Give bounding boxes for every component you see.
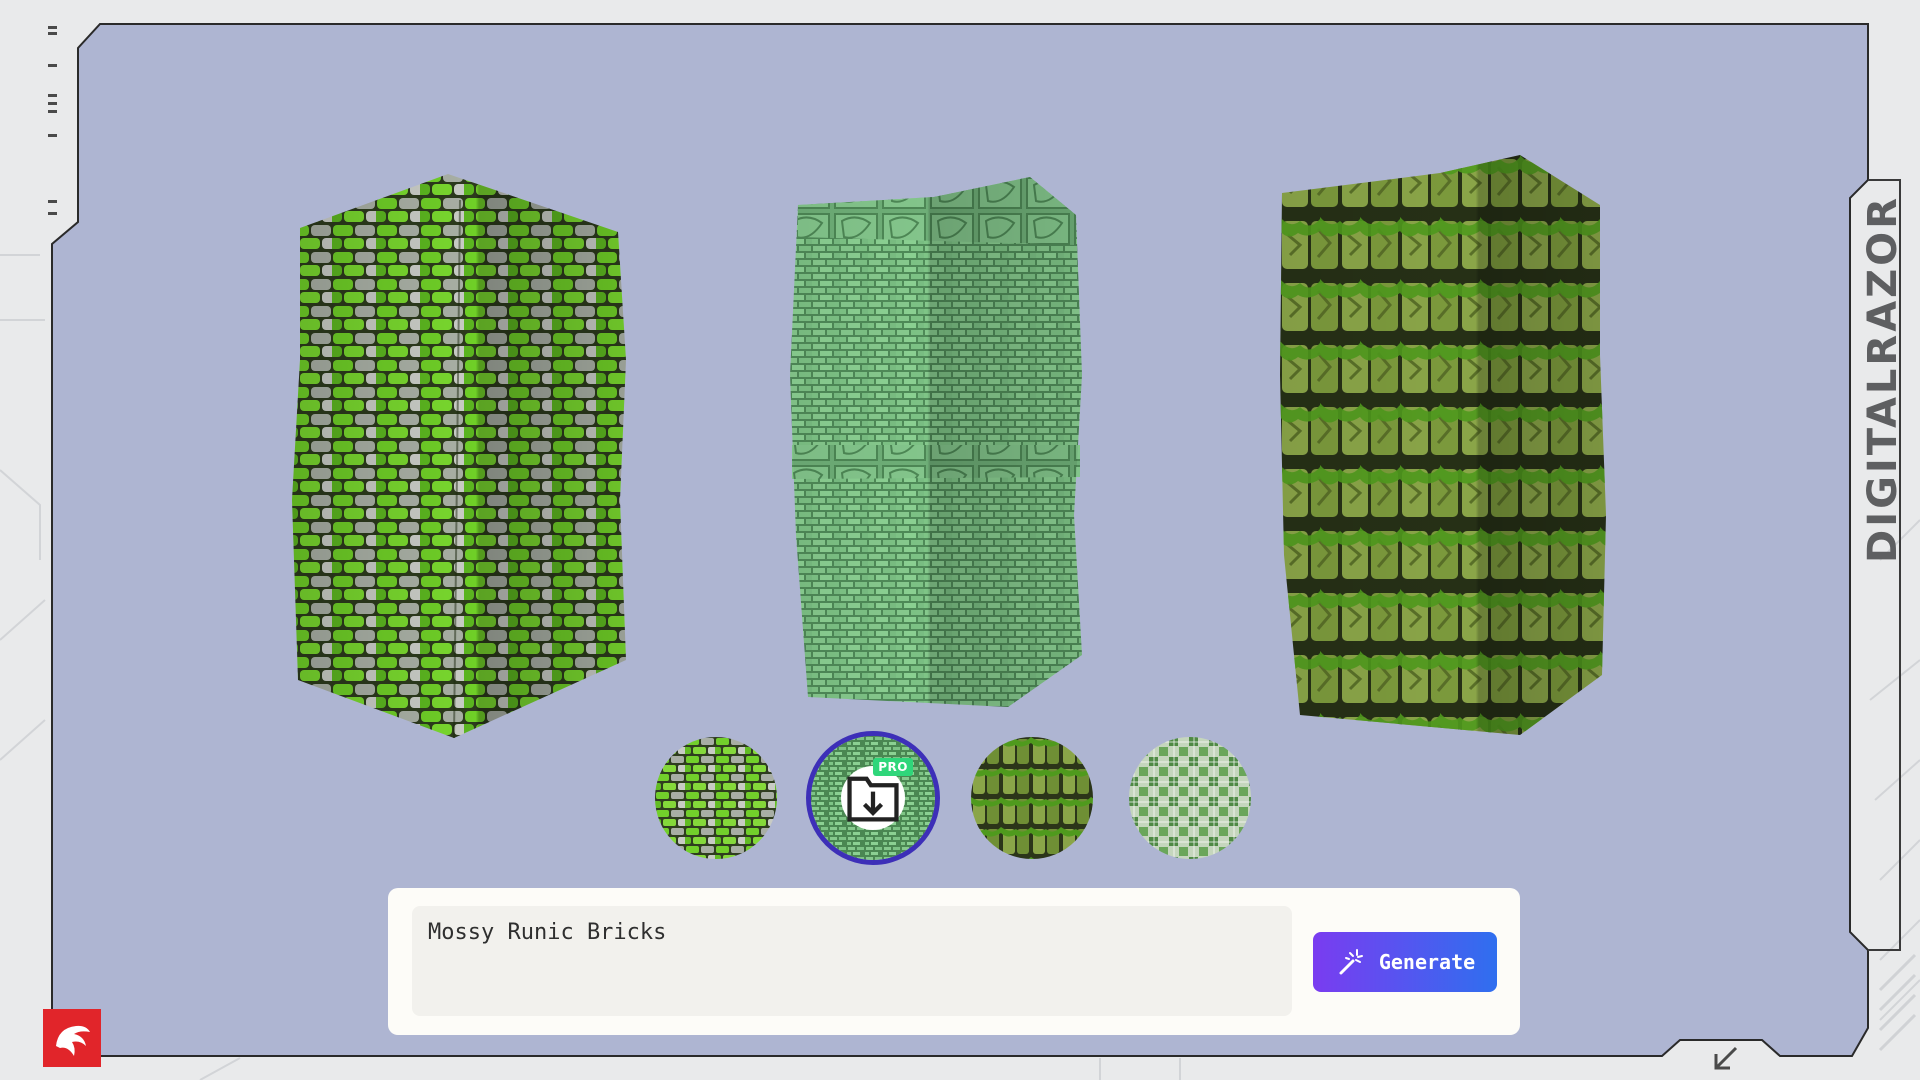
rail-ticks xyxy=(48,22,62,222)
texture-thumbnail-1[interactable] xyxy=(655,737,777,859)
generate-button-label: Generate xyxy=(1378,950,1476,974)
pillar-preview-1 xyxy=(288,170,628,740)
magic-wand-icon xyxy=(1339,949,1363,975)
pillar-preview-3 xyxy=(1280,155,1606,737)
app-logo[interactable] xyxy=(43,1009,101,1067)
texture-thumbnail-4[interactable] xyxy=(1129,737,1251,859)
logo-icon xyxy=(56,1025,90,1056)
collapse-arrow-icon[interactable] xyxy=(1708,1042,1742,1076)
texture-thumbnail-3[interactable] xyxy=(971,737,1093,859)
brand-wordmark: DIGITALRAZOR xyxy=(1860,195,1906,563)
prompt-input[interactable]: Mossy Runic Bricks xyxy=(412,906,1292,1016)
pro-badge: PRO xyxy=(873,758,913,776)
pillar-preview-2 xyxy=(784,175,1090,710)
generate-button[interactable]: Generate xyxy=(1313,932,1497,992)
prompt-panel: Mossy Runic Bricks Generate xyxy=(388,888,1520,1035)
texture-thumbnail-2[interactable]: PRO xyxy=(806,731,940,865)
